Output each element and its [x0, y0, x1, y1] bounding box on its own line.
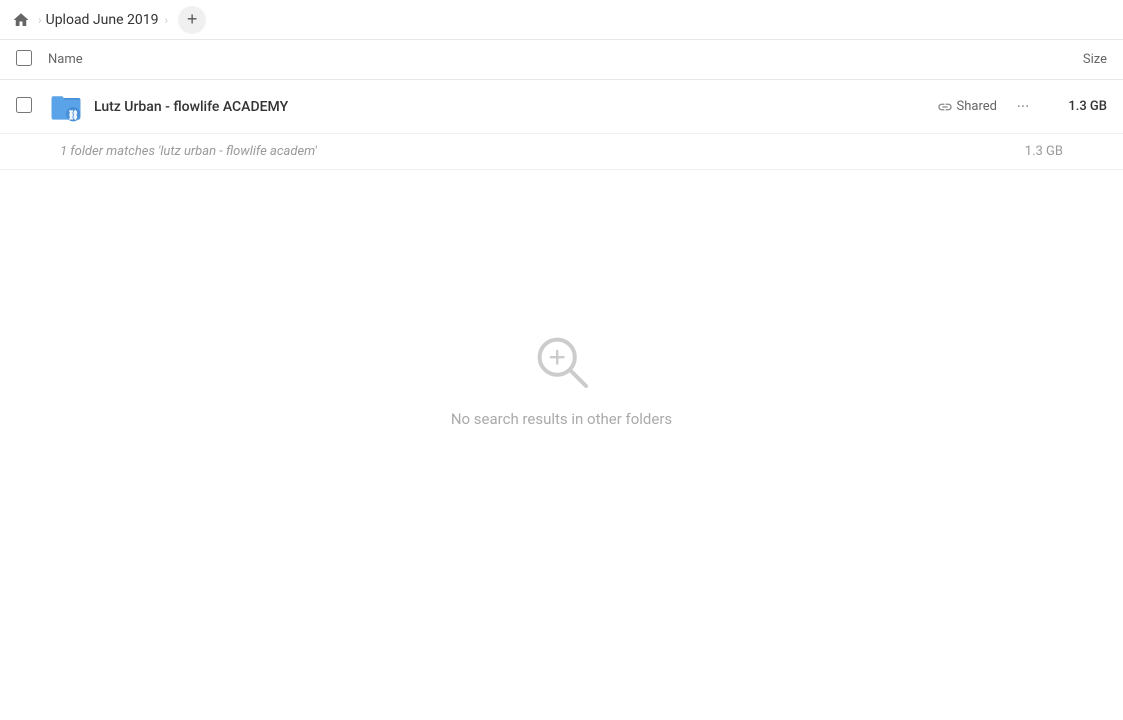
add-button[interactable]: + — [178, 6, 206, 34]
select-all-checkbox[interactable] — [16, 50, 32, 66]
col-name-header: Name — [48, 52, 1007, 67]
more-options-button[interactable]: ··· — [1009, 93, 1037, 121]
match-info-text: 1 folder matches 'lutz urban - flowlife … — [60, 144, 1025, 159]
top-bar: › Upload June 2019 › + — [0, 0, 1123, 40]
file-size: 1.3 GB — [1037, 99, 1107, 114]
svg-text:⛓: ⛓ — [67, 108, 78, 120]
no-results-search-icon — [530, 330, 594, 394]
file-name: Lutz Urban - flowlife ACADEMY — [94, 99, 937, 115]
file-row[interactable]: ⛓ Lutz Urban - flowlife ACADEMY Shared ·… — [0, 80, 1123, 134]
empty-state-text: No search results in other folders — [451, 410, 672, 428]
match-info-size: 1.3 GB — [1025, 144, 1063, 159]
empty-state: No search results in other folders — [0, 330, 1123, 428]
folder-icon-wrap: ⛓ — [48, 89, 84, 125]
folder-icon: ⛓ — [48, 89, 84, 125]
breadcrumb-chevron: › — [38, 13, 42, 27]
table-header: Name Size — [0, 40, 1123, 80]
shared-label: Shared — [957, 99, 997, 114]
breadcrumb-title[interactable]: Upload June 2019 — [46, 12, 159, 28]
breadcrumb-chevron2: › — [164, 13, 168, 27]
home-icon — [12, 11, 30, 29]
file-checkbox-col — [16, 97, 48, 117]
match-info-row: 1 folder matches 'lutz urban - flowlife … — [0, 134, 1123, 170]
file-checkbox[interactable] — [16, 97, 32, 113]
shared-badge: Shared — [937, 99, 997, 115]
home-button[interactable] — [12, 11, 30, 29]
col-size-header: Size — [1007, 52, 1107, 67]
link-icon — [937, 99, 953, 115]
file-meta: Shared ··· — [937, 93, 1037, 121]
header-checkbox-col — [16, 50, 48, 70]
